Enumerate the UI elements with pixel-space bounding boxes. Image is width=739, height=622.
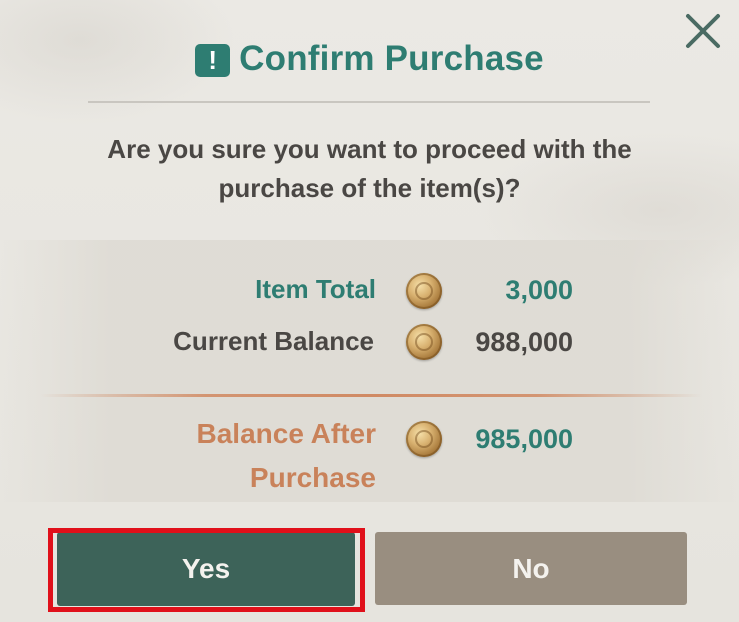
balance-after-value: 985,000 bbox=[475, 424, 573, 454]
dialog-header: ! Confirm Purchase bbox=[0, 34, 739, 84]
no-button[interactable]: No bbox=[375, 532, 687, 605]
title-divider bbox=[88, 101, 650, 103]
item-total-value: 3,000 bbox=[505, 275, 573, 305]
item-total-label: Item Total bbox=[255, 274, 376, 304]
yes-button-label: Yes bbox=[181, 553, 231, 584]
confirm-purchase-dialog: ! Confirm Purchase Are you sure you want… bbox=[0, 0, 739, 622]
current-balance-label: Current Balance bbox=[173, 326, 374, 356]
current-balance-value: 988,000 bbox=[475, 327, 573, 357]
no-button-label: No bbox=[512, 552, 550, 584]
summary-divider bbox=[40, 394, 702, 397]
exclamation-icon: ! bbox=[195, 43, 231, 77]
gold-coin-icon bbox=[406, 421, 442, 457]
exclamation-glyph: ! bbox=[208, 44, 217, 75]
dialog-title: Confirm Purchase bbox=[239, 39, 544, 78]
yes-button[interactable]: Yes bbox=[57, 532, 355, 606]
balance-after-label: Balance After Purchase bbox=[196, 418, 376, 493]
gold-coin-icon bbox=[406, 324, 442, 360]
confirmation-question: Are you sure you want to proceed with th… bbox=[107, 134, 632, 203]
gold-coin-icon bbox=[406, 273, 442, 309]
